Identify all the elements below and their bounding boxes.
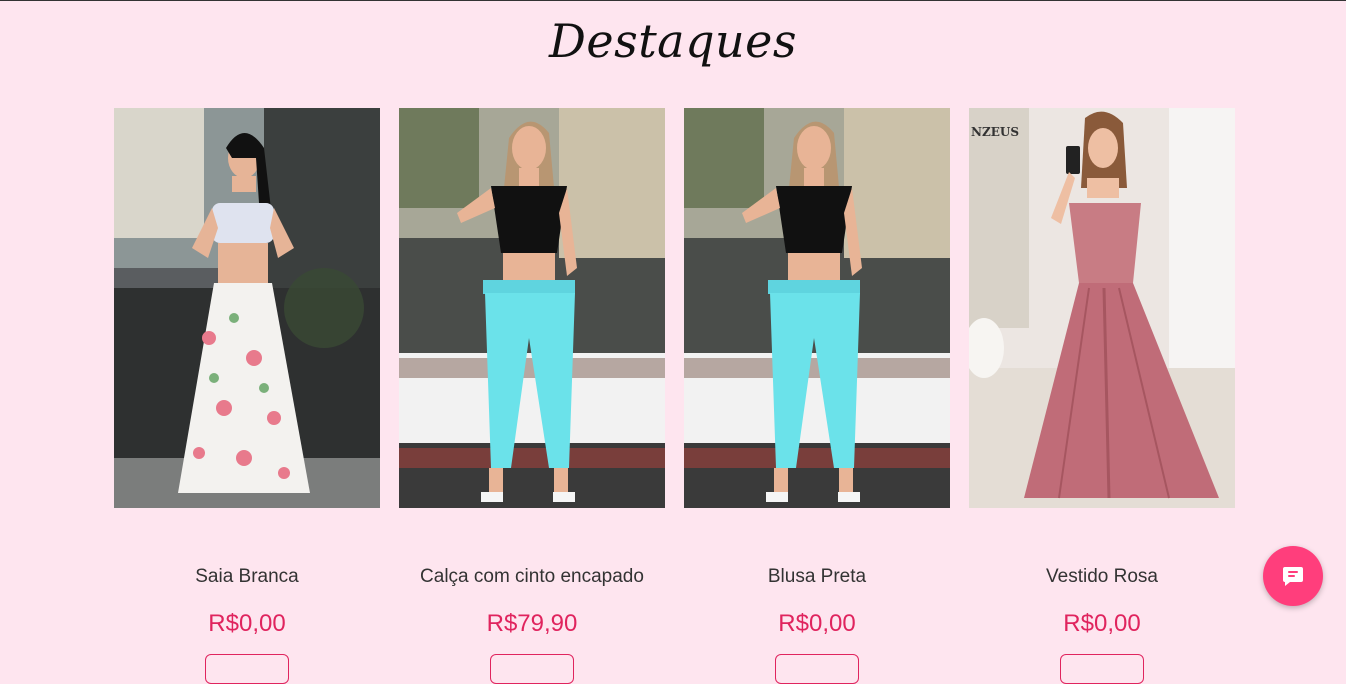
product-name[interactable]: Vestido Rosa bbox=[939, 566, 1265, 588]
chat-bubble-icon bbox=[1283, 567, 1303, 586]
section-title: Destaques bbox=[548, 14, 798, 68]
buy-button[interactable] bbox=[205, 654, 289, 684]
watermark-text: NZEUS bbox=[971, 125, 1019, 139]
product-price: R$79,90 bbox=[486, 610, 578, 637]
product-card[interactable]: Blusa Preta R$0,00 bbox=[684, 108, 950, 684]
top-divider bbox=[0, 0, 1346, 1]
chat-button[interactable] bbox=[1263, 546, 1323, 606]
product-image[interactable]: NZEUS bbox=[969, 108, 1235, 508]
product-card[interactable]: Saia Branca R$0,00 bbox=[114, 108, 380, 684]
product-price: R$0,00 bbox=[1063, 610, 1141, 637]
product-name[interactable]: Blusa Preta bbox=[654, 566, 980, 588]
product-price: R$0,00 bbox=[208, 610, 286, 637]
product-price: R$0,00 bbox=[778, 610, 856, 637]
product-card[interactable]: Calça com cinto encapado R$79,90 bbox=[399, 108, 665, 684]
buy-button[interactable] bbox=[490, 654, 574, 684]
product-image[interactable] bbox=[684, 108, 950, 508]
product-grid: Saia Branca R$0,00 Calça com cinto encap… bbox=[114, 108, 1254, 684]
product-card[interactable]: NZEUS Vestido Rosa R$0,00 bbox=[969, 108, 1235, 684]
buy-button[interactable] bbox=[1060, 654, 1144, 684]
product-image[interactable] bbox=[114, 108, 380, 508]
product-name[interactable]: Calça com cinto encapado bbox=[369, 566, 695, 588]
product-name[interactable]: Saia Branca bbox=[84, 566, 410, 588]
product-image[interactable] bbox=[399, 108, 665, 508]
buy-button[interactable] bbox=[775, 654, 859, 684]
